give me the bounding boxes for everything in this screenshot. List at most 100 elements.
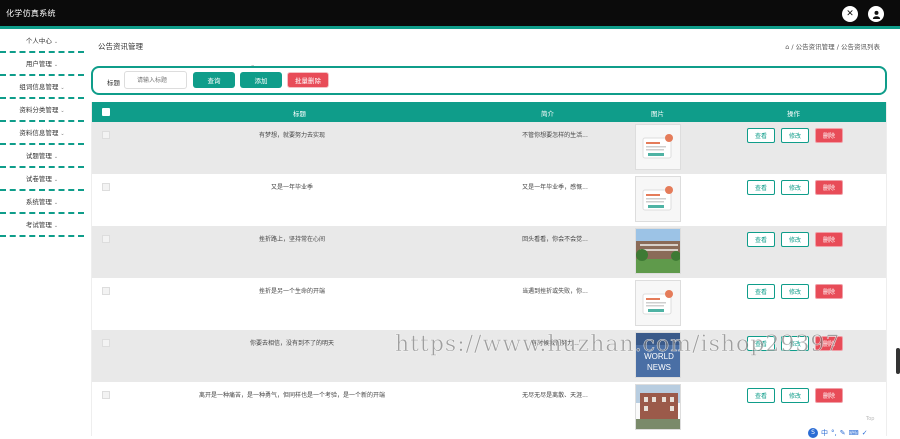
chevron-down-icon: ⌄ (60, 108, 65, 114)
page-title: 公告资讯管理 (98, 42, 143, 51)
row-checkbox[interactable] (102, 183, 110, 191)
breadcrumb: ⌂ / 公告资讯管理 / 公告资讯列表 (785, 41, 880, 51)
sidebar-item-label: 资料分类管理 (19, 106, 59, 114)
campus-image (636, 229, 680, 273)
edit-button[interactable]: 修改 (781, 388, 809, 403)
chevron-down-icon: ⌄ (53, 62, 59, 68)
row-checkbox[interactable] (102, 287, 110, 295)
table-row: 挫折路上，坚持常在心间 回头看看，你会不会觉... 查看 修改 删除 (92, 226, 886, 278)
header-image: 图片 (651, 110, 664, 118)
row-checkbox[interactable] (102, 131, 110, 139)
view-button[interactable]: 查看 (747, 180, 775, 195)
delete-button[interactable]: 删除 (815, 284, 843, 299)
row-checkbox[interactable] (102, 235, 110, 243)
back-to-top-link[interactable]: Top (866, 416, 874, 422)
illustration-image (636, 125, 680, 169)
ime-tools-icon[interactable]: ✓ (862, 429, 868, 437)
row-image (635, 124, 681, 170)
search-input[interactable] (124, 71, 187, 89)
table-row: 有梦想，就要努力去实现 不管你想要怎样的生活... 查看 修改 删除 (92, 122, 886, 174)
sidebar-item-users[interactable]: 用户管理 ⌄ (0, 54, 84, 76)
edit-button[interactable]: 修改 (781, 128, 809, 143)
row-title: 挫折是另一个生命的开端 (258, 288, 325, 295)
chevron-down-icon: ⌄ (53, 154, 59, 160)
row-summary: 当遇到挫折或失败，你... (522, 288, 588, 295)
row-title: 挫折路上，坚持常在心间 (258, 236, 325, 243)
sidebar-item-personal-center[interactable]: 个人中心 ⌄ (0, 31, 84, 53)
sidebar-item-label: 试卷管理 (25, 175, 52, 183)
row-image (635, 280, 681, 326)
scrollbar-thumb[interactable] (896, 348, 900, 374)
app-title: 化学仿真系统 (6, 9, 56, 18)
sidebar: 个人中心 ⌄ 用户管理 ⌄ 组词信息管理 ⌄ 资料分类管理 ⌄ 资料信息管理 ⌄ 试题管理… (0, 29, 88, 439)
sidebar-item-exams[interactable]: 考试管理 ⌄ (0, 215, 84, 237)
query-button[interactable]: 查询 (193, 72, 235, 88)
table-row: 又是一年毕业季 又是一年毕业季，感慨... 查看 修改 删除 (92, 174, 886, 226)
delete-button[interactable]: 删除 (815, 128, 843, 143)
row-image (635, 384, 681, 430)
row-summary: 无尽无尽是离散、天涯... (522, 392, 588, 399)
watermark-text: https://www.huzhan.com/ishop29397 (395, 332, 841, 358)
ime-toolbar: S 中 °, ✎ ⌨ ✓ (808, 426, 900, 439)
table-header: 标题 简介 图片 操作 (92, 102, 886, 122)
sidebar-item-material-category[interactable]: 资料分类管理 ⌄ (0, 100, 84, 122)
edit-button[interactable]: 修改 (781, 232, 809, 247)
row-summary: 回头看看，你会不会觉... (522, 236, 588, 243)
breadcrumb-text: / 公告资讯管理 / 公告资讯列表 (791, 43, 880, 51)
chevron-down-icon: ⌄ (53, 177, 59, 183)
chevron-down-icon: ⌄ (60, 131, 65, 137)
sidebar-item-system[interactable]: 系统管理 ⌄ (0, 192, 84, 214)
batch-delete-button[interactable]: 批量删除 (287, 72, 329, 88)
header-summary: 简介 (541, 110, 554, 118)
ime-voice-icon[interactable]: ✎ (840, 429, 846, 437)
ime-punctuation-icon[interactable]: °, (831, 429, 837, 437)
ime-language-label[interactable]: 中 (821, 428, 828, 438)
row-checkbox[interactable] (102, 339, 110, 347)
table-row: 离开是一种痛苦，是一种勇气，但同样也是一个考验，是一个新的开端 无尽无尽是离散、… (92, 382, 886, 434)
delete-button[interactable]: 删除 (815, 388, 843, 403)
delete-button[interactable]: 删除 (815, 180, 843, 195)
top-bar: 化学仿真系统 ✕ (0, 0, 900, 26)
chevron-down-icon: ⌄ (60, 85, 65, 91)
view-button[interactable]: 查看 (747, 388, 775, 403)
ime-logo-icon[interactable]: S (808, 427, 818, 438)
illustration-image (636, 281, 680, 325)
row-image (635, 176, 681, 222)
view-button[interactable]: 查看 (747, 128, 775, 143)
select-all-checkbox[interactable] (102, 108, 110, 116)
edit-button[interactable]: 修改 (781, 180, 809, 195)
close-circle-icon[interactable]: ✕ (842, 6, 858, 22)
ime-keyboard-icon[interactable]: ⌨ (849, 429, 859, 437)
user-glyph (872, 10, 880, 19)
view-button[interactable]: 查看 (747, 232, 775, 247)
header-actions: 操作 (787, 110, 800, 118)
sidebar-item-label: 系统管理 (25, 198, 52, 206)
sidebar-item-label: 试题管理 (25, 152, 52, 160)
sidebar-item-papers[interactable]: 试卷管理 ⌄ (0, 169, 84, 191)
chevron-down-icon: ⌄ (53, 200, 59, 206)
row-summary: 又是一年毕业季，感慨... (522, 184, 588, 191)
table-row: 挫折是另一个生命的开端 当遇到挫折或失败，你... 查看 修改 删除 (92, 278, 886, 330)
svg-text:NEWS: NEWS (647, 363, 671, 372)
sidebar-item-label: 组词信息管理 (19, 83, 59, 91)
user-icon[interactable] (868, 6, 884, 22)
sidebar-item-material-info[interactable]: 资料信息管理 ⌄ (0, 123, 84, 145)
sidebar-item-word-info[interactable]: 组词信息管理 ⌄ (0, 77, 84, 99)
sidebar-item-label: 考试管理 (25, 221, 52, 229)
row-image (635, 228, 681, 274)
sidebar-item-label: 资料信息管理 (19, 129, 59, 137)
header-accent-line (0, 26, 900, 29)
edit-button[interactable]: 修改 (781, 284, 809, 299)
row-checkbox[interactable] (102, 391, 110, 399)
view-button[interactable]: 查看 (747, 284, 775, 299)
header-title: 标题 (293, 110, 306, 118)
sidebar-item-questions[interactable]: 试题管理 ⌄ (0, 146, 84, 168)
illustration-image (636, 177, 680, 221)
add-button[interactable]: 添加 (240, 72, 282, 88)
delete-button[interactable]: 删除 (815, 232, 843, 247)
chevron-down-icon: ⌄ (53, 39, 59, 45)
building-image (636, 385, 680, 429)
home-icon[interactable]: ⌂ (785, 43, 789, 51)
search-label: 标题 (107, 79, 120, 87)
row-title: 离开是一种痛苦，是一种勇气，但同样也是一个考验，是一个新的开端 (198, 392, 385, 399)
